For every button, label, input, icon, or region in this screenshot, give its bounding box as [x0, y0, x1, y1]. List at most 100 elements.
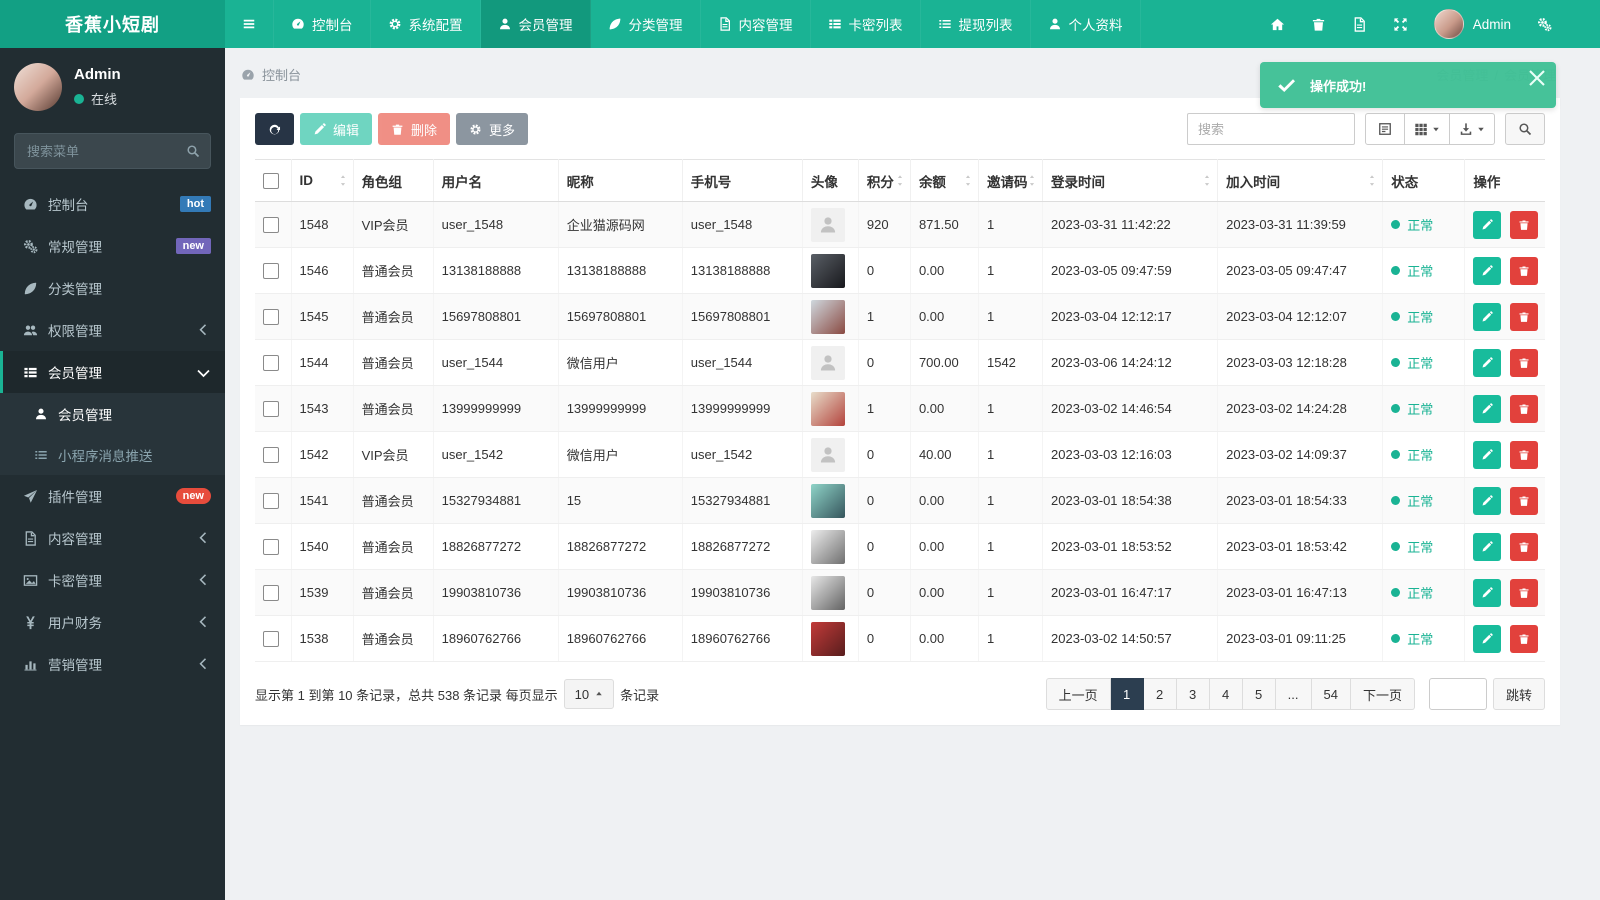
- toast-close-icon[interactable]: [1527, 68, 1547, 88]
- page-button-4[interactable]: 4: [1209, 678, 1243, 710]
- row-checkbox[interactable]: [263, 308, 279, 325]
- nav-item-4[interactable]: 内容管理: [701, 0, 811, 48]
- user-menu[interactable]: Admin: [1433, 9, 1511, 39]
- row-edit-button[interactable]: [1473, 210, 1502, 239]
- file-icon[interactable]: [1352, 17, 1367, 32]
- table-row[interactable]: 1544 普通会员 user_1544 微信用户 user_1544 0 700…: [255, 339, 1545, 386]
- nav-item-7[interactable]: 个人资料: [1031, 0, 1141, 48]
- row-edit-button[interactable]: [1473, 348, 1502, 377]
- nav-item-2[interactable]: 会员管理: [480, 0, 591, 48]
- sidebar-item-8[interactable]: 用户财务: [0, 601, 225, 643]
- delete-button[interactable]: 删除: [378, 113, 451, 145]
- table-row[interactable]: 1543 普通会员 13999999999 13999999999 139999…: [255, 385, 1545, 432]
- row-checkbox[interactable]: [263, 630, 279, 647]
- column-header-join_time[interactable]: 加入时间: [1217, 159, 1384, 202]
- home-icon[interactable]: [1270, 17, 1285, 32]
- export-dropdown-button[interactable]: [1450, 113, 1495, 145]
- page-button-下一页[interactable]: 下一页: [1350, 678, 1415, 710]
- column-header-money[interactable]: 余额: [910, 159, 979, 202]
- nav-item-0[interactable]: 控制台: [274, 0, 371, 48]
- sidebar-item-3[interactable]: 权限管理: [0, 309, 225, 351]
- row-checkbox[interactable]: [263, 538, 279, 555]
- cogs-icon[interactable]: [1537, 17, 1552, 32]
- table-row[interactable]: 1545 普通会员 15697808801 15697808801 156978…: [255, 293, 1545, 340]
- sort-icon[interactable]: [964, 174, 972, 187]
- nav-item-6[interactable]: 提现列表: [921, 0, 1031, 48]
- row-edit-button[interactable]: [1473, 486, 1502, 515]
- column-header-invite[interactable]: 邀请码: [978, 159, 1044, 202]
- row-delete-button[interactable]: [1509, 624, 1538, 653]
- row-edit-button[interactable]: [1473, 394, 1502, 423]
- columns-dropdown-button[interactable]: [1405, 113, 1450, 145]
- row-edit-button[interactable]: [1473, 256, 1502, 285]
- row-checkbox[interactable]: [263, 446, 279, 463]
- row-delete-button[interactable]: [1509, 302, 1538, 331]
- row-edit-button[interactable]: [1473, 578, 1502, 607]
- expand-icon[interactable]: [1393, 17, 1408, 32]
- column-header-id[interactable]: ID: [291, 159, 354, 202]
- select-all-checkbox[interactable]: [263, 172, 279, 189]
- profile-avatar[interactable]: [14, 63, 62, 111]
- page-button-3[interactable]: 3: [1176, 678, 1210, 710]
- sidebar-item-6[interactable]: 内容管理: [0, 517, 225, 559]
- row-delete-button[interactable]: [1509, 486, 1538, 515]
- table-row[interactable]: 1546 普通会员 13138188888 13138188888 131381…: [255, 247, 1545, 294]
- detail-view-button[interactable]: [1365, 113, 1405, 145]
- sort-icon[interactable]: [896, 174, 904, 187]
- jump-button[interactable]: 跳转: [1492, 678, 1545, 710]
- sidebar-item-9[interactable]: 营销管理: [0, 643, 225, 685]
- row-edit-button[interactable]: [1473, 624, 1502, 653]
- row-delete-button[interactable]: [1509, 348, 1538, 377]
- row-delete-button[interactable]: [1509, 440, 1538, 469]
- page-button-...[interactable]: ...: [1275, 678, 1312, 710]
- nav-item-5[interactable]: 卡密列表: [811, 0, 921, 48]
- row-delete-button[interactable]: [1509, 210, 1538, 239]
- row-delete-button[interactable]: [1509, 256, 1538, 285]
- sidebar-search-input[interactable]: [14, 133, 211, 169]
- row-delete-button[interactable]: [1509, 578, 1538, 607]
- page-button-上一页[interactable]: 上一页: [1045, 678, 1111, 710]
- sidebar-item-1[interactable]: 常规管理 new: [0, 225, 225, 267]
- page-button-54[interactable]: 54: [1311, 678, 1351, 710]
- nav-item-3[interactable]: 分类管理: [591, 0, 701, 48]
- sidebar-item-4[interactable]: 会员管理: [0, 351, 225, 393]
- table-row[interactable]: 1539 普通会员 19903810736 19903810736 199038…: [255, 569, 1545, 616]
- sort-icon[interactable]: [1368, 174, 1376, 187]
- row-checkbox[interactable]: [263, 216, 279, 233]
- row-edit-button[interactable]: [1473, 440, 1502, 469]
- sidebar-subitem-4-0[interactable]: 会员管理: [0, 393, 225, 434]
- row-edit-button[interactable]: [1473, 532, 1502, 561]
- row-checkbox[interactable]: [263, 354, 279, 371]
- trash-icon[interactable]: [1311, 17, 1326, 32]
- sidebar-item-5[interactable]: 插件管理 new: [0, 475, 225, 517]
- search-button[interactable]: [1505, 113, 1545, 145]
- refresh-button[interactable]: [255, 113, 294, 145]
- table-row[interactable]: 1548 VIP会员 user_1548 企业猫源码网 user_1548 92…: [255, 201, 1545, 248]
- sidebar-item-2[interactable]: 分类管理: [0, 267, 225, 309]
- column-header-score[interactable]: 积分: [858, 159, 911, 202]
- more-button[interactable]: 更多: [456, 113, 529, 145]
- page-button-1[interactable]: 1: [1110, 678, 1144, 710]
- sort-icon[interactable]: [1028, 174, 1036, 187]
- row-delete-button[interactable]: [1509, 394, 1538, 423]
- table-search-input[interactable]: [1187, 113, 1355, 145]
- page-button-5[interactable]: 5: [1242, 678, 1276, 710]
- jump-page-input[interactable]: [1428, 678, 1487, 710]
- row-checkbox[interactable]: [263, 400, 279, 417]
- table-row[interactable]: 1541 普通会员 15327934881 15 15327934881 0 0…: [255, 477, 1545, 524]
- row-checkbox[interactable]: [263, 584, 279, 601]
- page-button-2[interactable]: 2: [1143, 678, 1177, 710]
- column-header-login_time[interactable]: 登录时间: [1042, 159, 1219, 202]
- page-size-dropdown[interactable]: 10: [563, 679, 615, 709]
- table-row[interactable]: 1542 VIP会员 user_1542 微信用户 user_1542 0 40…: [255, 431, 1545, 478]
- row-delete-button[interactable]: [1509, 532, 1538, 561]
- table-row[interactable]: 1540 普通会员 18826877272 18826877272 188268…: [255, 523, 1545, 570]
- sidebar-item-0[interactable]: 控制台 hot: [0, 183, 225, 225]
- nav-item-1[interactable]: 系统配置: [371, 0, 481, 48]
- edit-button[interactable]: 编辑: [300, 113, 373, 145]
- sidebar-toggle-button[interactable]: [225, 0, 274, 48]
- row-edit-button[interactable]: [1473, 302, 1502, 331]
- row-checkbox[interactable]: [263, 492, 279, 509]
- table-row[interactable]: 1538 普通会员 18960762766 18960762766 189607…: [255, 615, 1545, 662]
- sidebar-subitem-4-1[interactable]: 小程序消息推送: [0, 434, 225, 475]
